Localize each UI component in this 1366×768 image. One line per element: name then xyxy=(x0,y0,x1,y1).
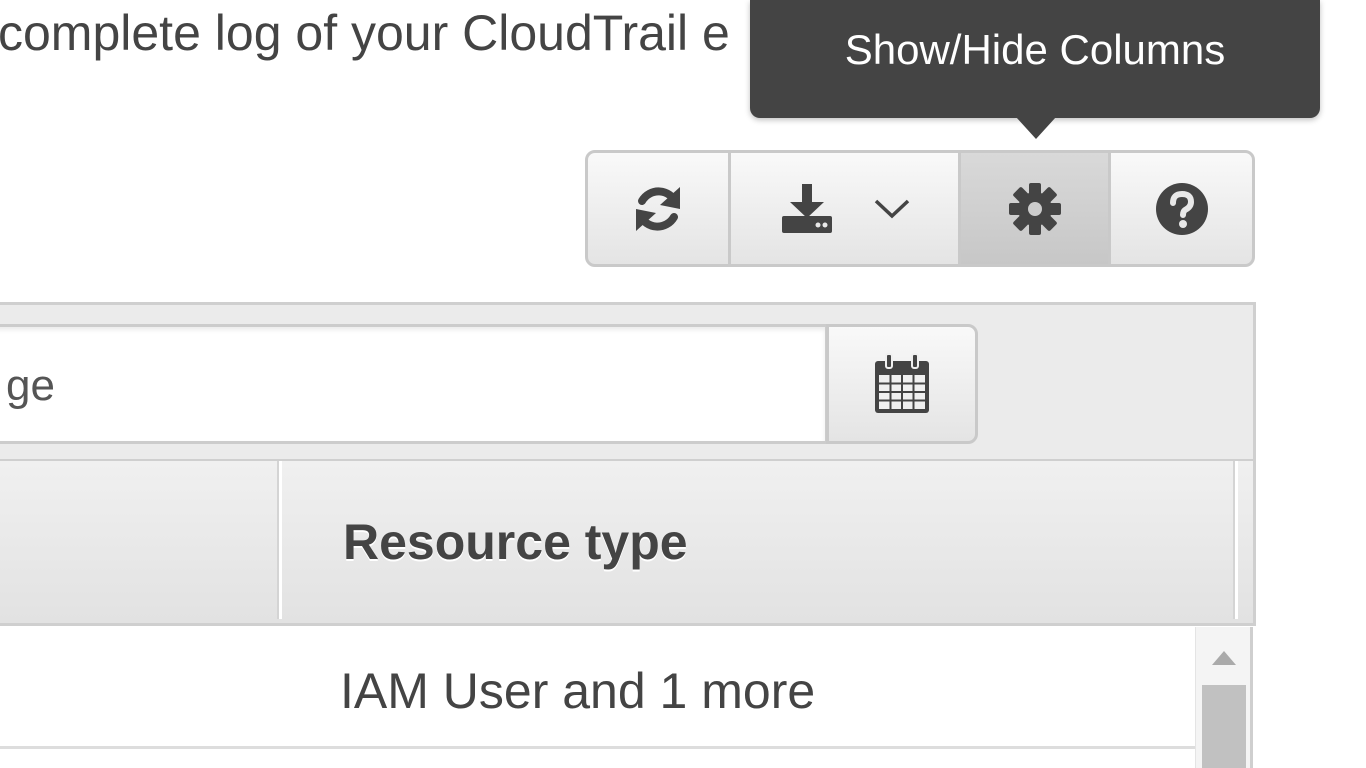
show-hide-columns-button[interactable] xyxy=(961,153,1111,264)
refresh-icon xyxy=(636,186,680,231)
question-circle-icon xyxy=(1155,182,1208,235)
refresh-button[interactable] xyxy=(588,153,731,264)
intro-text: complete log of your CloudTrail e xyxy=(0,5,730,61)
calendar-icon xyxy=(875,353,929,413)
column-divider[interactable] xyxy=(279,461,282,619)
gear-icon xyxy=(1008,182,1061,235)
tooltip-arrow xyxy=(1016,117,1056,139)
cloudtrail-event-history: complete log of your CloudTrail e Show/H… xyxy=(0,0,1366,768)
column-header-resource-type[interactable]: Resource type xyxy=(343,513,688,571)
vertical-scrollbar[interactable] xyxy=(1195,627,1253,768)
date-range-input[interactable]: ge xyxy=(0,324,828,444)
resource-type-cell: IAM User and 1 more xyxy=(340,663,816,719)
show-hide-columns-tooltip: Show/Hide Columns xyxy=(750,0,1320,118)
calendar-button[interactable] xyxy=(826,324,978,444)
column-divider[interactable] xyxy=(1235,461,1238,619)
download-icon xyxy=(781,183,832,233)
scroll-up-arrow-icon[interactable] xyxy=(1212,651,1236,665)
scroll-thumb[interactable] xyxy=(1202,685,1246,768)
table-toolbar xyxy=(585,150,1255,267)
download-button[interactable] xyxy=(731,153,961,264)
chevron-down-icon xyxy=(874,199,909,218)
date-range-value: ge xyxy=(6,361,55,410)
help-button[interactable] xyxy=(1111,153,1252,264)
